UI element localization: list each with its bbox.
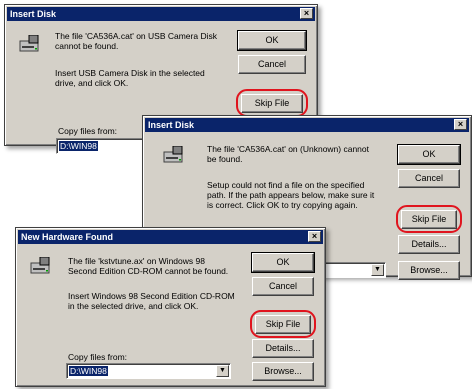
details-button[interactable]: Details... — [252, 339, 314, 358]
copy-files-value: D:\WIN98 — [69, 366, 108, 376]
disk-drive-icon — [30, 257, 50, 274]
message-text: The file 'CA536A.cat' on USB Camera Disk… — [55, 31, 217, 51]
new-hardware-found-dialog: New Hardware Found × The file 'kstvtune.… — [15, 227, 326, 387]
browse-button[interactable]: Browse... — [252, 362, 314, 381]
disk-drive-icon — [163, 146, 183, 163]
close-icon[interactable]: × — [308, 231, 321, 242]
cancel-button[interactable]: Cancel — [252, 277, 314, 296]
copy-files-input[interactable]: D:\WIN98 ▼ — [66, 363, 231, 379]
browse-button[interactable]: Browse... — [398, 261, 460, 280]
title-bar: Insert Disk × — [145, 118, 469, 132]
ok-button[interactable]: OK — [237, 30, 307, 51]
close-icon[interactable]: × — [454, 119, 467, 130]
dialog-title: Insert Disk — [10, 9, 57, 19]
instruction-text: Insert USB Camera Disk in the selected d… — [55, 68, 205, 88]
path-input[interactable]: ▼ — [323, 262, 386, 278]
message-text: The file 'kstvtune.ax' on Windows 98 Sec… — [68, 256, 229, 276]
dialog-title: New Hardware Found — [21, 232, 114, 242]
dropdown-arrow-icon[interactable]: ▼ — [216, 365, 229, 377]
title-bar: New Hardware Found × — [18, 230, 323, 244]
dialog-title: Insert Disk — [148, 120, 195, 130]
copy-files-label: Copy files from: — [68, 352, 128, 362]
highlight-ring — [236, 89, 308, 117]
title-bar: Insert Disk × — [7, 7, 315, 21]
cancel-button[interactable]: Cancel — [398, 169, 460, 188]
dropdown-arrow-icon[interactable]: ▼ — [371, 264, 384, 276]
disk-drive-icon — [19, 35, 39, 52]
instruction-text: Setup could not find a file on the speci… — [207, 180, 375, 210]
close-icon[interactable]: × — [300, 8, 313, 19]
ok-button[interactable]: OK — [397, 144, 461, 165]
instruction-text: Insert Windows 98 Second Edition CD-ROM … — [68, 291, 235, 311]
copy-files-input[interactable]: D:\WIN98 — [56, 138, 146, 154]
highlight-ring — [396, 205, 462, 233]
copy-files-label: Copy files from: — [58, 126, 118, 136]
details-button[interactable]: Details... — [398, 235, 460, 254]
copy-files-value: D:\WIN98 — [59, 141, 98, 151]
message-text: The file 'CA536A.cat' on (Unknown) canno… — [207, 144, 369, 164]
ok-button[interactable]: OK — [251, 252, 315, 273]
highlight-ring — [250, 310, 316, 338]
cancel-button[interactable]: Cancel — [238, 55, 306, 74]
